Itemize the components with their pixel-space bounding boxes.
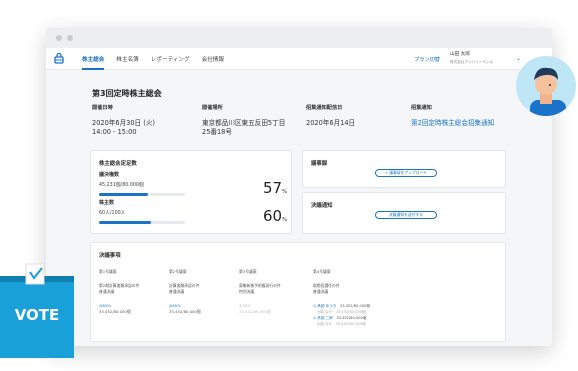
send-notice-button[interactable]: 決議通知を送付する bbox=[375, 211, 437, 219]
info-value: 2020年6月14日 bbox=[306, 119, 356, 127]
info-label: 招集通知 bbox=[411, 105, 432, 111]
card-title: 決議事項 bbox=[99, 253, 121, 259]
resolution-vote: ◎65% 33,452/80,000個 bbox=[99, 303, 163, 315]
info-notice-date: 招集通知配信日 2020年6月14日 bbox=[306, 104, 355, 128]
time-value: 14:00 - 15:00 bbox=[92, 128, 137, 136]
resolution-type: 普通決議 bbox=[99, 289, 115, 294]
chevron-down-icon[interactable]: ⌄ bbox=[516, 55, 521, 62]
quorum-percent: 57% bbox=[263, 179, 287, 197]
resolution-number: 第1号議案 bbox=[99, 269, 117, 274]
place-value: 東京都品川区東五反田5丁目 bbox=[202, 119, 286, 127]
resolution-number: 第4号議案 bbox=[313, 269, 331, 274]
progress-bar bbox=[99, 221, 185, 224]
percent-unit: % bbox=[282, 217, 287, 223]
candidate-row[interactable]: 大橋 なか 33,452/80,000個 bbox=[313, 321, 433, 327]
minutes-card: 議事録 + 議事録をアップロード bbox=[302, 150, 506, 188]
date-value: 2020年6月30日 (火) bbox=[92, 119, 155, 127]
resolution-number: 第3号議案 bbox=[239, 269, 257, 274]
resolution-number: 第2号議案 bbox=[169, 269, 187, 274]
candidate-votes: 33,452/80,000個 bbox=[335, 322, 366, 326]
ballot-paper-icon bbox=[25, 263, 45, 285]
percent-value: 60 bbox=[263, 207, 283, 225]
resolution-item[interactable]: 第1号議案 第2期計算書類承認の件 普通決議 ◎65% 33,452/80,000個 bbox=[99, 269, 163, 315]
place-value-line2: 25番18号 bbox=[202, 128, 232, 136]
candidate-name: ◎ 承認 ゆうき bbox=[313, 304, 337, 308]
candidate-name: ◎ 承認 二郎 bbox=[313, 316, 333, 320]
quorum-row-votes: 議決権数 45,231個/80,000個 57% bbox=[99, 171, 295, 197]
quorum-label: 株主数 bbox=[99, 200, 115, 206]
window-dot[interactable] bbox=[56, 35, 62, 41]
resolutions-card: 決議事項 第1号議案 第2期計算書類承認の件 普通決議 ◎65% 33,452/80… bbox=[90, 242, 506, 342]
plan-switch-link[interactable]: プラン切替 bbox=[414, 56, 440, 63]
card-title: 株主総会定足数 bbox=[99, 161, 137, 167]
quorum-label: 議決権数 bbox=[99, 172, 120, 178]
resolution-item[interactable]: 第4号議案 取締役選任の件 普通決議 ◎ 承認 ゆうき 33,452/80,000… bbox=[313, 269, 433, 327]
vote-count: 33,452/80,000個 bbox=[169, 309, 201, 314]
candidate-name: 大橋 なか bbox=[313, 310, 333, 314]
quorum-percent: 60% bbox=[263, 207, 287, 225]
candidate-name: 大橋 なか bbox=[313, 322, 333, 326]
upload-minutes-button[interactable]: + 議事録をアップロード bbox=[375, 169, 437, 177]
resolution-vote: ◎65% 33,452/80,000個 bbox=[169, 303, 233, 315]
candidate-votes: 33,452/80,000個 bbox=[339, 304, 370, 308]
top-nav: 株主総会 株主名簿 レポーティング 会社情報 プラン切替 山田 太郎 株式会社デ… bbox=[46, 48, 552, 70]
quorum-card: 株主総会定足数 議決権数 45,231個/80,000個 57% 株主数 60人… bbox=[90, 150, 292, 234]
resolution-type: 普通決議 bbox=[169, 289, 185, 294]
info-label: 招集通知配信日 bbox=[306, 105, 343, 111]
user-menu[interactable]: 山田 太郎 株式会社デリバリーモンキ bbox=[450, 52, 493, 65]
info-notice: 招集通知 第2回定時株主総会招集通知 bbox=[411, 104, 494, 128]
window-dot[interactable] bbox=[67, 35, 73, 41]
info-place: 開催場所 東京都品川区東五反田5丁目 25番18号 bbox=[202, 104, 285, 137]
resolution-item[interactable]: 第3号議案 募集新株予約権発行の件 特別決議 ◎39% 33,452/80,000個 bbox=[239, 269, 303, 315]
card-title: 決議通知 bbox=[311, 203, 333, 209]
progress-bar bbox=[99, 193, 185, 196]
title-bar bbox=[46, 28, 552, 48]
candidate-votes: 33,452/80,000個 bbox=[336, 316, 367, 320]
candidate-list: ◎ 承認 ゆうき 33,452/80,000個 大橋 なか 33,452/80,… bbox=[313, 303, 433, 327]
app-logo-icon[interactable] bbox=[48, 48, 70, 70]
progress-fill bbox=[99, 193, 149, 196]
nav-item-reporting[interactable]: レポーティング bbox=[151, 48, 190, 70]
card-title: 議事録 bbox=[311, 161, 328, 167]
nav-item-meetings[interactable]: 株主総会 bbox=[82, 48, 105, 70]
resolution-name: 第2期計算書類承認の件 普通決議 bbox=[99, 283, 163, 295]
user-avatar bbox=[516, 56, 576, 116]
resolution-vote: ◎39% 33,452/80,000個 bbox=[239, 303, 303, 315]
percent-unit: % bbox=[282, 189, 287, 195]
info-label: 開催日時 bbox=[92, 105, 113, 111]
info-value: 2020年6月30日 (火) 14:00 - 15:00 bbox=[92, 119, 155, 137]
resolution-type: 普通決議 bbox=[313, 289, 329, 294]
page-title: 第3回定時株主総会 bbox=[92, 89, 162, 98]
resolution-notice-card: 決議通知 決議通知を送付する bbox=[302, 192, 506, 234]
percent-value: 57 bbox=[263, 179, 283, 197]
app-window: 株主総会 株主名簿 レポーティング 会社情報 プラン切替 山田 太郎 株式会社デ… bbox=[46, 28, 552, 346]
vote-count: 33,452/80,000個 bbox=[99, 309, 131, 314]
user-company: 株式会社デリバリーモンキ bbox=[450, 59, 494, 64]
resolution-name: 計算書類承認の件 普通決議 bbox=[169, 283, 233, 295]
nav-item-shareholders[interactable]: 株主名簿 bbox=[116, 48, 138, 70]
nav-item-company[interactable]: 会社情報 bbox=[202, 48, 224, 70]
progress-fill bbox=[99, 221, 151, 224]
candidate-votes: 33,452/80,000個 bbox=[335, 310, 366, 314]
info-label: 開催場所 bbox=[202, 105, 223, 111]
resolution-item[interactable]: 第2号議案 計算書類承認の件 普通決議 ◎65% 33,452/80,000個 bbox=[169, 269, 233, 315]
vote-count: 33,452/80,000個 bbox=[239, 309, 271, 314]
quorum-row-shareholders: 株主数 60人/100人 60% bbox=[99, 199, 295, 225]
notice-link[interactable]: 第2回定時株主総会招集通知 bbox=[411, 119, 494, 128]
resolution-name: 募集新株予約権発行の件 特別決議 bbox=[239, 283, 303, 295]
resolution-type: 特別決議 bbox=[239, 289, 255, 294]
vote-label: VOTE bbox=[14, 306, 60, 324]
info-date: 開催日時 2020年6月30日 (火) 14:00 - 15:00 bbox=[92, 104, 155, 137]
info-value: 東京都品川区東五反田5丁目 25番18号 bbox=[202, 119, 285, 137]
resolution-name: 取締役選任の件 普通決議 bbox=[313, 283, 433, 295]
